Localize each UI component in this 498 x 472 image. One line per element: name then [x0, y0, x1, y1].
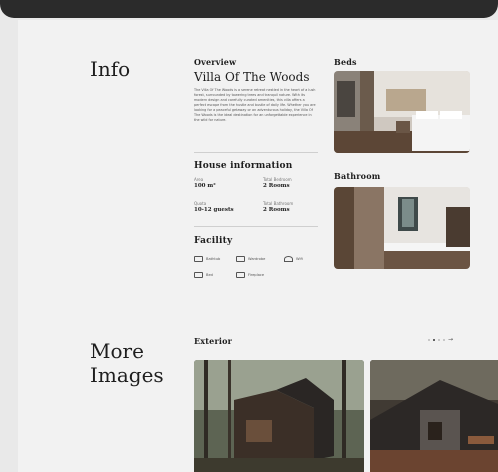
area-key: Area	[194, 177, 204, 182]
device-bezel	[0, 0, 498, 18]
facility-fireplace: Fireplace	[236, 272, 264, 278]
fireplace-icon	[236, 272, 245, 278]
overview-label: Overview	[194, 57, 237, 67]
facility-bathtub: Bathtub	[194, 256, 220, 262]
area-value: 100 m²	[194, 183, 216, 189]
quota-value: 10-12 guests	[194, 207, 234, 213]
bathroom-photo[interactable]	[334, 187, 470, 269]
wardrobe-icon	[236, 256, 245, 262]
quota-key: Quota	[194, 201, 207, 206]
facility-wifi: Wifi	[284, 256, 303, 262]
slider-controls: →	[428, 337, 453, 343]
house-info-label: House information	[194, 161, 293, 171]
exterior-label: Exterior	[194, 336, 233, 346]
bathroom-value: 2 Rooms	[263, 207, 290, 213]
info-heading: Info	[90, 57, 131, 81]
slider-dot[interactable]	[428, 339, 430, 341]
villa-title: Villa Of The Woods	[194, 70, 310, 84]
more-images-heading: More Images	[90, 339, 164, 387]
bathroom-key: Total Bathroom	[263, 201, 294, 206]
bathtub-icon	[194, 256, 203, 262]
slider-dot[interactable]	[443, 339, 445, 341]
slider-dot-active[interactable]	[433, 339, 435, 341]
facility-bed: Bed	[194, 272, 213, 278]
facility-wardrobe: Wardrobe	[236, 256, 265, 262]
bed-icon	[194, 272, 203, 278]
facility-label: Facility	[194, 236, 233, 246]
exterior-photo-2[interactable]	[370, 360, 498, 472]
bathroom-label: Bathroom	[334, 171, 381, 181]
exterior-photo-1[interactable]	[194, 360, 364, 472]
villa-page: Info Overview Villa Of The Woods The Vil…	[18, 20, 498, 472]
bedroom-key: Total Bedroom	[263, 177, 292, 182]
villa-description: The Villa Of The Woods is a serene retre…	[194, 88, 316, 122]
beds-label: Beds	[334, 57, 357, 67]
slider-dot[interactable]	[438, 339, 440, 341]
bedroom-photo[interactable]	[334, 71, 470, 153]
divider	[194, 226, 318, 227]
next-arrow-icon[interactable]: →	[448, 337, 453, 343]
wifi-icon	[284, 256, 293, 262]
bedroom-value: 2 Rooms	[263, 183, 290, 189]
divider	[194, 152, 318, 153]
